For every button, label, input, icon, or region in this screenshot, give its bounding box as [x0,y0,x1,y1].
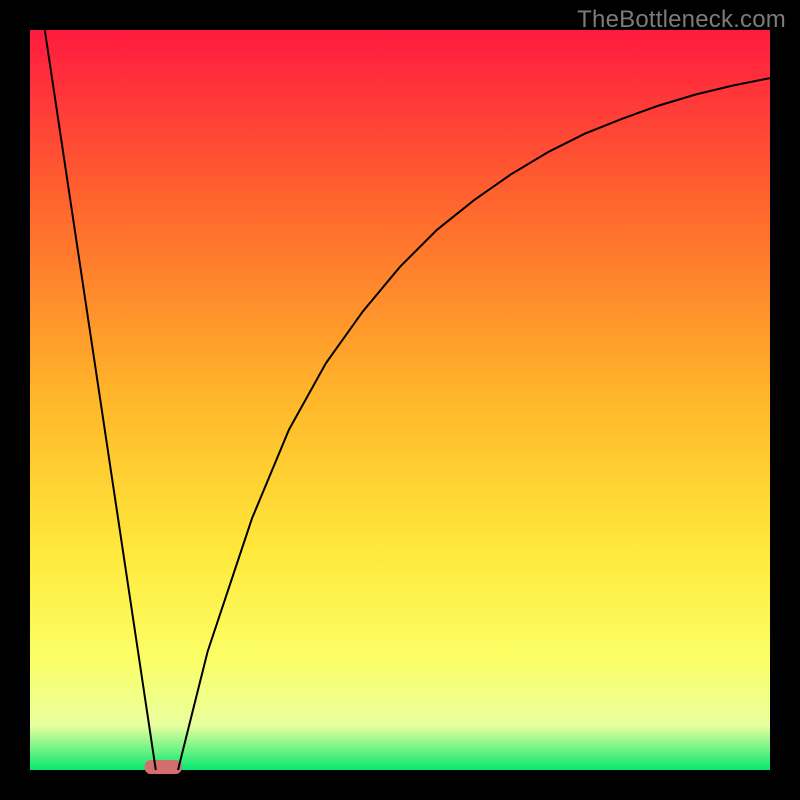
bottleneck-chart: TheBottleneck.com [0,0,800,800]
chart-svg [0,0,800,800]
watermark: TheBottleneck.com [577,6,786,34]
optimal-marker [145,760,182,774]
plot-background [30,30,770,770]
